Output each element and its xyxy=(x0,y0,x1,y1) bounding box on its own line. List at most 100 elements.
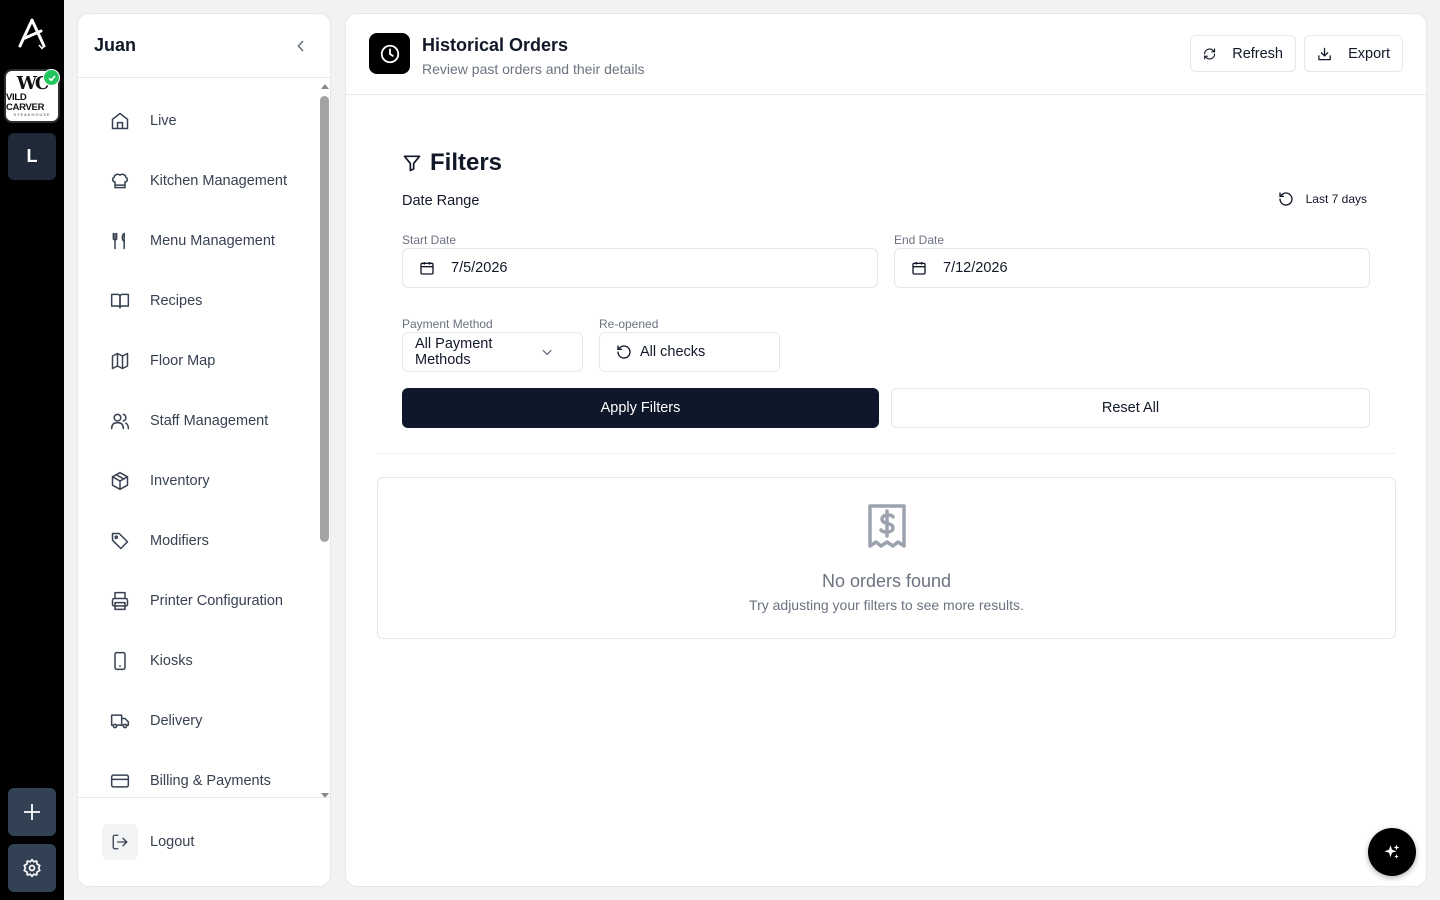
payment-method-value: All Payment Methods xyxy=(415,336,493,368)
utensils-icon xyxy=(112,232,125,250)
empty-state-subtitle: Try adjusting your filters to see more r… xyxy=(749,597,1024,613)
restaurant-switch-wild-carver[interactable]: WC VILD CARVER STEAKHOUSE xyxy=(4,69,60,123)
start-date-label: Start Date xyxy=(402,233,457,247)
empty-state-title: No orders found xyxy=(821,571,952,591)
page-subtitle: Review past orders and their details xyxy=(422,61,645,77)
credit-card-icon xyxy=(110,774,130,788)
gear-icon xyxy=(23,858,41,878)
ai-assistant-button[interactable] xyxy=(1368,828,1416,876)
plus-icon xyxy=(24,804,40,820)
sidebar-item-label: Inventory xyxy=(150,473,210,489)
payment-method-label: Payment Method xyxy=(402,317,493,331)
download-icon xyxy=(1318,47,1331,60)
logout-icon xyxy=(102,824,138,860)
start-date-input[interactable]: 7/5/2026 xyxy=(402,248,878,288)
sidebar-header: Juan xyxy=(78,14,330,78)
sparkles-icon xyxy=(1384,844,1400,859)
reopened-toggle[interactable]: All checks xyxy=(599,332,780,372)
sidebar-scrollbar[interactable] xyxy=(319,82,331,798)
export-label: Export xyxy=(1348,45,1390,62)
reopened-value: All checks xyxy=(640,344,706,360)
sidebar-item-billing-payments[interactable]: Billing & Payments xyxy=(78,751,318,799)
clock-icon xyxy=(369,33,410,74)
chevron-down-icon xyxy=(542,349,552,355)
sidebar-item-label: Staff Management xyxy=(150,413,269,429)
sidebar-item-kitchen-management[interactable]: Kitchen Management xyxy=(78,151,318,211)
calendar-icon xyxy=(420,262,434,275)
end-date-input[interactable]: 7/12/2026 xyxy=(894,248,1370,288)
logout-label: Logout xyxy=(150,834,195,850)
refresh-button[interactable]: Refresh xyxy=(1190,35,1296,72)
page-title: Historical Orders xyxy=(422,35,569,55)
app-rail: WC VILD CARVER STEAKHOUSE L xyxy=(0,0,64,900)
receipt-icon xyxy=(868,504,906,548)
sidebar-item-modifiers[interactable]: Modifiers xyxy=(78,511,318,571)
sidebar-item-label: Kitchen Management xyxy=(150,173,288,189)
home-icon xyxy=(111,112,129,130)
sidebar-item-live[interactable]: Live xyxy=(78,91,318,151)
calendar-icon xyxy=(912,262,926,275)
sidebar-nav: Live Kitchen Management Menu Management … xyxy=(78,91,318,799)
chevron-down-icon xyxy=(38,44,46,50)
last-7-days-preset-button[interactable]: Last 7 days xyxy=(1278,191,1367,207)
refresh-icon xyxy=(1204,47,1216,60)
sidebar-item-label: Menu Management xyxy=(150,233,275,249)
sidebar-item-label: Modifiers xyxy=(150,533,209,549)
sidebar-item-label: Floor Map xyxy=(150,353,216,369)
chef-hat-icon xyxy=(111,173,129,189)
sidebar-item-recipes[interactable]: Recipes xyxy=(78,271,318,331)
reset-all-button[interactable]: Reset All xyxy=(891,388,1370,428)
add-restaurant-button[interactable] xyxy=(8,788,56,836)
sidebar-item-delivery[interactable]: Delivery xyxy=(78,691,318,751)
end-date-value: 7/12/2026 xyxy=(943,260,1008,276)
scroll-up-arrow-icon[interactable] xyxy=(321,84,329,89)
sidebar-item-kiosks[interactable]: Kiosks xyxy=(78,631,318,691)
sidebar-logout[interactable]: Logout xyxy=(78,797,330,886)
export-button[interactable]: Export xyxy=(1304,35,1403,72)
payment-method-select[interactable]: All Payment Methods xyxy=(402,332,583,372)
location-switch-button[interactable]: L xyxy=(8,133,56,180)
apply-filters-button[interactable]: Apply Filters xyxy=(402,388,879,428)
sidebar-item-floor-map[interactable]: Floor Map xyxy=(78,331,318,391)
reopened-label: Re-opened xyxy=(599,317,659,331)
sidebar-item-label: Kiosks xyxy=(150,653,193,669)
refresh-label: Refresh xyxy=(1232,45,1283,62)
settings-button[interactable] xyxy=(8,844,56,892)
sidebar-item-label: Recipes xyxy=(150,293,203,309)
tablet-icon xyxy=(114,651,126,671)
filters-card: Filters Date Range Last 7 days Start Dat… xyxy=(377,119,1396,454)
sidebar-item-label: Billing & Payments xyxy=(150,773,271,789)
start-date-value: 7/5/2026 xyxy=(451,260,508,276)
sidebar-item-label: Printer Configuration xyxy=(150,593,283,609)
brand-wordmark: VILD CARVER xyxy=(6,92,45,113)
filter-icon xyxy=(403,155,421,172)
tag-icon xyxy=(111,532,129,550)
collapse-sidebar-chevron-left-icon[interactable] xyxy=(296,39,306,52)
users-icon xyxy=(110,413,130,430)
filters-title: Filters xyxy=(430,149,503,176)
sidebar-item-inventory[interactable]: Inventory xyxy=(78,451,318,511)
sidebar-item-label: Live xyxy=(150,113,177,129)
truck-icon xyxy=(110,714,130,729)
book-icon xyxy=(110,293,130,309)
reset-rotate-icon xyxy=(1278,192,1293,206)
printer-icon xyxy=(111,591,129,611)
sidebar-user-name: Juan xyxy=(94,35,137,55)
preset-label: Last 7 days xyxy=(1305,192,1367,206)
reset-rotate-icon xyxy=(617,345,631,359)
map-icon xyxy=(111,352,129,370)
filters-heading: Filters xyxy=(402,149,502,177)
sidebar-item-printer-configuration[interactable]: Printer Configuration xyxy=(78,571,318,631)
scrollbar-thumb[interactable] xyxy=(320,96,329,542)
sidebar-item-staff-management[interactable]: Staff Management xyxy=(78,391,318,451)
orders-empty-state: No orders found Try adjusting your filte… xyxy=(377,477,1396,639)
brand-tagline: STEAKHOUSE xyxy=(13,112,51,117)
package-icon xyxy=(111,471,129,491)
active-check-icon xyxy=(43,69,60,86)
main-panel: Historical Orders Review past orders and… xyxy=(345,13,1427,887)
date-range-label: Date Range xyxy=(402,193,480,209)
app-logo-button[interactable] xyxy=(8,10,56,56)
page-header: Historical Orders Review past orders and… xyxy=(346,14,1426,95)
end-date-label: End Date xyxy=(894,233,945,247)
sidebar-item-menu-management[interactable]: Menu Management xyxy=(78,211,318,271)
